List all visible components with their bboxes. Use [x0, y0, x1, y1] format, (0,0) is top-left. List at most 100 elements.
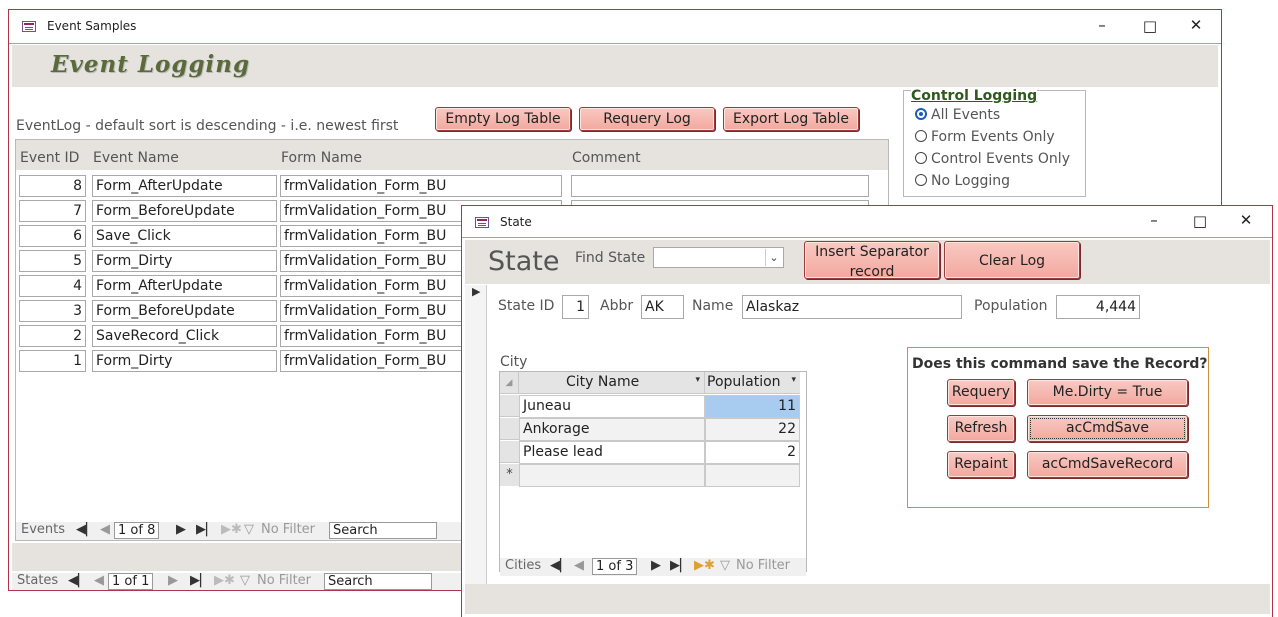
requery-log-button[interactable]: Requery Log	[579, 107, 715, 131]
event-window-titlebar[interactable]: Event Samples – □ ✕	[9, 10, 1221, 43]
chevron-down-icon[interactable]: ⌄	[765, 249, 782, 266]
radio-form-events[interactable]	[915, 130, 927, 142]
event-name-cell[interactable]: Form_AfterUpdate	[92, 175, 277, 197]
filter-icon[interactable]: ▽	[720, 558, 730, 573]
cities-record-navigator: Cities ◀▏ ◀ 1 of 3 ▶ ▶▏ ▶✱ ▽ No Filter	[500, 558, 806, 576]
events-record-navigator: Events ◀▏ ◀ 1 of 8 ▶ ▶▏ ▶✱ ▽ No Filter S…	[16, 522, 462, 540]
radio-no-logging[interactable]	[915, 174, 927, 186]
access-form-icon	[475, 217, 489, 228]
close-icon[interactable]: ✕	[1236, 211, 1256, 229]
clear-log-button[interactable]: Clear Log	[944, 241, 1080, 279]
event-name-cell[interactable]: Save_Click	[92, 225, 277, 247]
radio-control-events[interactable]	[915, 152, 927, 164]
accmdsaverecord-button[interactable]: acCmdSaveRecord	[1027, 451, 1188, 478]
sort-dropdown-icon[interactable]: ▾	[791, 375, 796, 385]
export-log-table-button[interactable]: Export Log Table	[723, 107, 859, 131]
new-record-icon[interactable]: ▶✱	[214, 573, 235, 588]
row-selector[interactable]	[500, 395, 519, 417]
population-col-header[interactable]: Population ▾	[705, 372, 800, 394]
city-population-cell[interactable]: 2	[705, 441, 800, 464]
filter-icon[interactable]: ▽	[240, 573, 250, 588]
state-window-titlebar[interactable]: State – □ ✕	[462, 206, 1272, 238]
record-selector[interactable]	[465, 285, 487, 585]
event-id-cell[interactable]: 8	[19, 175, 86, 197]
option-all-events-label: All Events	[931, 107, 1001, 123]
event-name-cell[interactable]: Form_Dirty	[92, 250, 277, 272]
next-record-icon[interactable]: ▶	[176, 522, 186, 537]
state-id-field[interactable]: 1	[562, 295, 589, 319]
row-selector[interactable]	[500, 441, 519, 463]
event-id-cell[interactable]: 3	[19, 300, 86, 322]
maximize-icon[interactable]: □	[1190, 212, 1210, 230]
abbr-field[interactable]: AK	[641, 295, 684, 319]
refresh-button[interactable]: Refresh	[947, 415, 1015, 442]
state-footer-band	[465, 584, 1270, 614]
city-name-cell[interactable]: Please lead	[519, 441, 705, 464]
events-record-counter[interactable]: 1 of 8	[114, 522, 160, 539]
event-name-cell[interactable]: SaveRecord_Click	[92, 325, 277, 347]
event-id-cell[interactable]: 5	[19, 250, 86, 272]
new-city-name-cell[interactable]	[519, 464, 705, 487]
accmdsave-button[interactable]: acCmdSave	[1027, 415, 1188, 442]
datasheet-corner[interactable]: ◢	[500, 372, 519, 394]
prev-record-icon[interactable]: ◀	[94, 573, 104, 588]
event-id-cell[interactable]: 4	[19, 275, 86, 297]
city-name-cell[interactable]: Ankorage	[519, 418, 705, 441]
name-field[interactable]: Alaskaz	[742, 295, 962, 319]
close-icon[interactable]: ✕	[1186, 16, 1206, 34]
comment-cell[interactable]	[571, 175, 869, 197]
first-record-icon[interactable]: ◀▏	[68, 573, 88, 588]
event-id-cell[interactable]: 1	[19, 350, 86, 372]
new-record-icon[interactable]: ▶✱	[694, 558, 715, 573]
col-header-comment: Comment	[572, 150, 641, 166]
last-record-icon[interactable]: ▶▏	[196, 522, 216, 537]
event-name-cell[interactable]: Form_AfterUpdate	[92, 275, 277, 297]
first-record-icon[interactable]: ◀▏	[76, 522, 96, 537]
insert-separator-button[interactable]: Insert Separator record	[804, 241, 940, 280]
next-record-icon[interactable]: ▶	[651, 558, 661, 573]
maximize-icon[interactable]: □	[1140, 17, 1160, 35]
filter-icon[interactable]: ▽	[244, 522, 254, 537]
first-record-icon[interactable]: ◀▏	[550, 558, 570, 573]
event-name-cell[interactable]: Form_BeforeUpdate	[92, 200, 277, 222]
sort-dropdown-icon[interactable]: ▾	[695, 375, 700, 385]
states-search-box[interactable]: Search	[324, 573, 432, 590]
state-heading: State	[488, 246, 560, 277]
minimize-icon[interactable]: –	[1092, 16, 1112, 34]
new-city-population-cell[interactable]	[705, 464, 800, 487]
event-id-cell[interactable]: 2	[19, 325, 86, 347]
cities-record-counter[interactable]: 1 of 3	[592, 558, 638, 575]
form-heading: Event Logging	[51, 51, 251, 78]
prev-record-icon[interactable]: ◀	[100, 522, 110, 537]
city-population-cell[interactable]: 11	[705, 395, 800, 418]
radio-all-events[interactable]	[915, 108, 927, 120]
prev-record-icon[interactable]: ◀	[574, 558, 584, 573]
next-record-icon[interactable]: ▶	[168, 573, 178, 588]
cities-filter-label[interactable]: No Filter	[736, 558, 790, 573]
states-record-counter[interactable]: 1 of 1	[108, 573, 154, 590]
events-search-box[interactable]: Search	[329, 522, 437, 539]
states-filter-label[interactable]: No Filter	[257, 573, 311, 588]
current-record-icon: ▶	[472, 285, 481, 298]
city-name-cell[interactable]: Juneau	[519, 395, 705, 418]
city-name-col-header[interactable]: City Name ▾	[519, 372, 705, 394]
last-record-icon[interactable]: ▶▏	[670, 558, 690, 573]
event-name-cell[interactable]: Form_Dirty	[92, 350, 277, 372]
abbr-label: Abbr	[600, 298, 634, 314]
repaint-button[interactable]: Repaint	[947, 451, 1015, 478]
new-record-icon[interactable]: ▶✱	[221, 522, 242, 537]
empty-log-table-button[interactable]: Empty Log Table	[435, 107, 571, 131]
city-population-cell[interactable]: 22	[705, 418, 800, 441]
requery-button[interactable]: Requery	[947, 379, 1015, 406]
population-field[interactable]: 4,444	[1056, 295, 1140, 319]
events-filter-label[interactable]: No Filter	[261, 522, 315, 537]
row-selector[interactable]	[500, 418, 519, 440]
minimize-icon[interactable]: –	[1144, 211, 1164, 229]
event-id-cell[interactable]: 7	[19, 200, 86, 222]
event-name-cell[interactable]: Form_BeforeUpdate	[92, 300, 277, 322]
event-id-cell[interactable]: 6	[19, 225, 86, 247]
me-dirty-true-button[interactable]: Me.Dirty = True	[1027, 379, 1188, 406]
form-name-cell[interactable]: frmValidation_Form_BU	[280, 175, 562, 197]
new-row-asterisk-icon[interactable]: *	[500, 464, 519, 486]
last-record-icon[interactable]: ▶▏	[190, 573, 210, 588]
